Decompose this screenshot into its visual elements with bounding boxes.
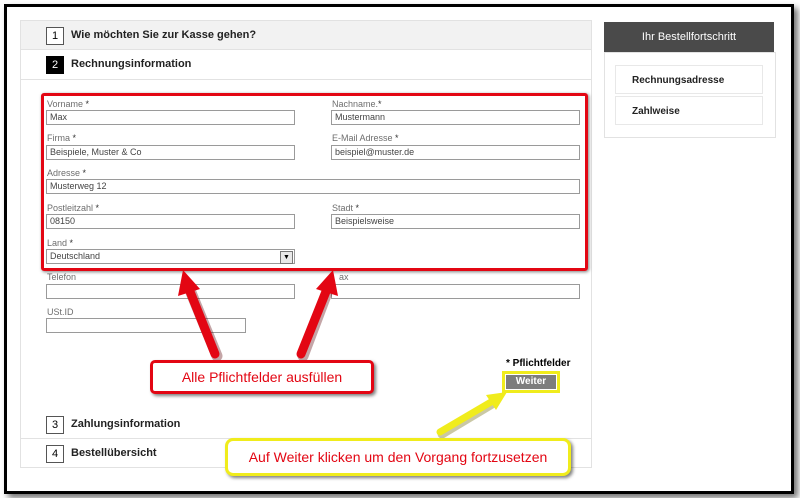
callout-click-weiter: Auf Weiter klicken um den Vorgang fortzu… <box>225 438 571 476</box>
red-arrow-right <box>296 270 338 362</box>
red-arrow-left <box>178 270 223 362</box>
annotation-arrows <box>178 270 507 439</box>
callout-fill-required: Alle Pflichtfelder ausfüllen <box>150 360 374 394</box>
yellow-arrow <box>436 392 507 439</box>
